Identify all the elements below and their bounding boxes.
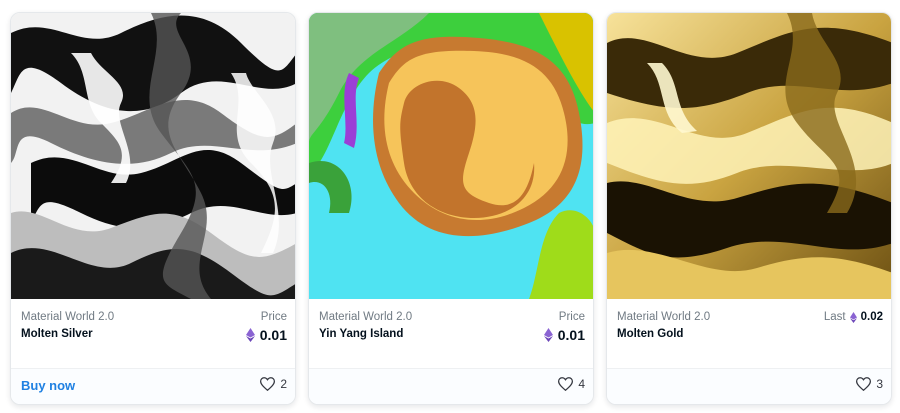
eth-icon [849,311,857,323]
eth-icon [543,328,553,342]
card-footer: 3 [607,368,891,404]
card-info: Material World 2.0 Yin Yang Island Price… [309,299,593,371]
favorite-button[interactable]: 4 [558,377,585,391]
heart-icon [260,377,276,391]
price-amount: 0.01 [259,327,287,343]
item-name[interactable]: Molten Silver [21,328,93,340]
buy-now-button[interactable]: Buy now [21,378,75,393]
price-value: 0.01 [543,327,585,343]
collection-name[interactable]: Material World 2.0 [21,311,114,323]
price-label: Price [558,311,585,323]
price-amount: 0.01 [557,327,585,343]
favorite-button[interactable]: 3 [856,377,883,391]
favorite-count: 2 [280,377,287,391]
price-value: 0.01 [245,327,287,343]
card-info: Material World 2.0 Molten Gold Last 0.02 [607,299,891,371]
yin-yang-island-artwork[interactable] [309,13,593,299]
favorite-button[interactable]: 2 [260,377,287,391]
item-name[interactable]: Molten Gold [617,328,683,340]
heart-icon [856,377,872,391]
price-label: Price [260,311,287,323]
card-footer: 4 [309,368,593,404]
eth-icon [245,328,255,342]
collection-name[interactable]: Material World 2.0 [617,311,710,323]
collection-name[interactable]: Material World 2.0 [319,311,412,323]
last-label: Last [823,311,846,323]
molten-gold-artwork[interactable] [607,13,891,299]
molten-silver-artwork[interactable] [11,13,295,299]
last-sale: Last 0.02 [824,311,883,323]
nft-card-yin-yang-island[interactable]: Material World 2.0 Yin Yang Island Price… [308,12,594,405]
card-footer: Buy now 2 [11,368,295,404]
nft-card-molten-silver[interactable]: Material World 2.0 Molten Silver Price 0… [10,12,296,405]
favorite-count: 4 [578,377,585,391]
last-price: 0.02 [860,311,883,323]
heart-icon [558,377,574,391]
card-info: Material World 2.0 Molten Silver Price 0… [11,299,295,371]
favorite-count: 3 [876,377,883,391]
item-name[interactable]: Yin Yang Island [319,328,403,340]
nft-card-molten-gold[interactable]: Material World 2.0 Molten Gold Last 0.02… [606,12,892,405]
